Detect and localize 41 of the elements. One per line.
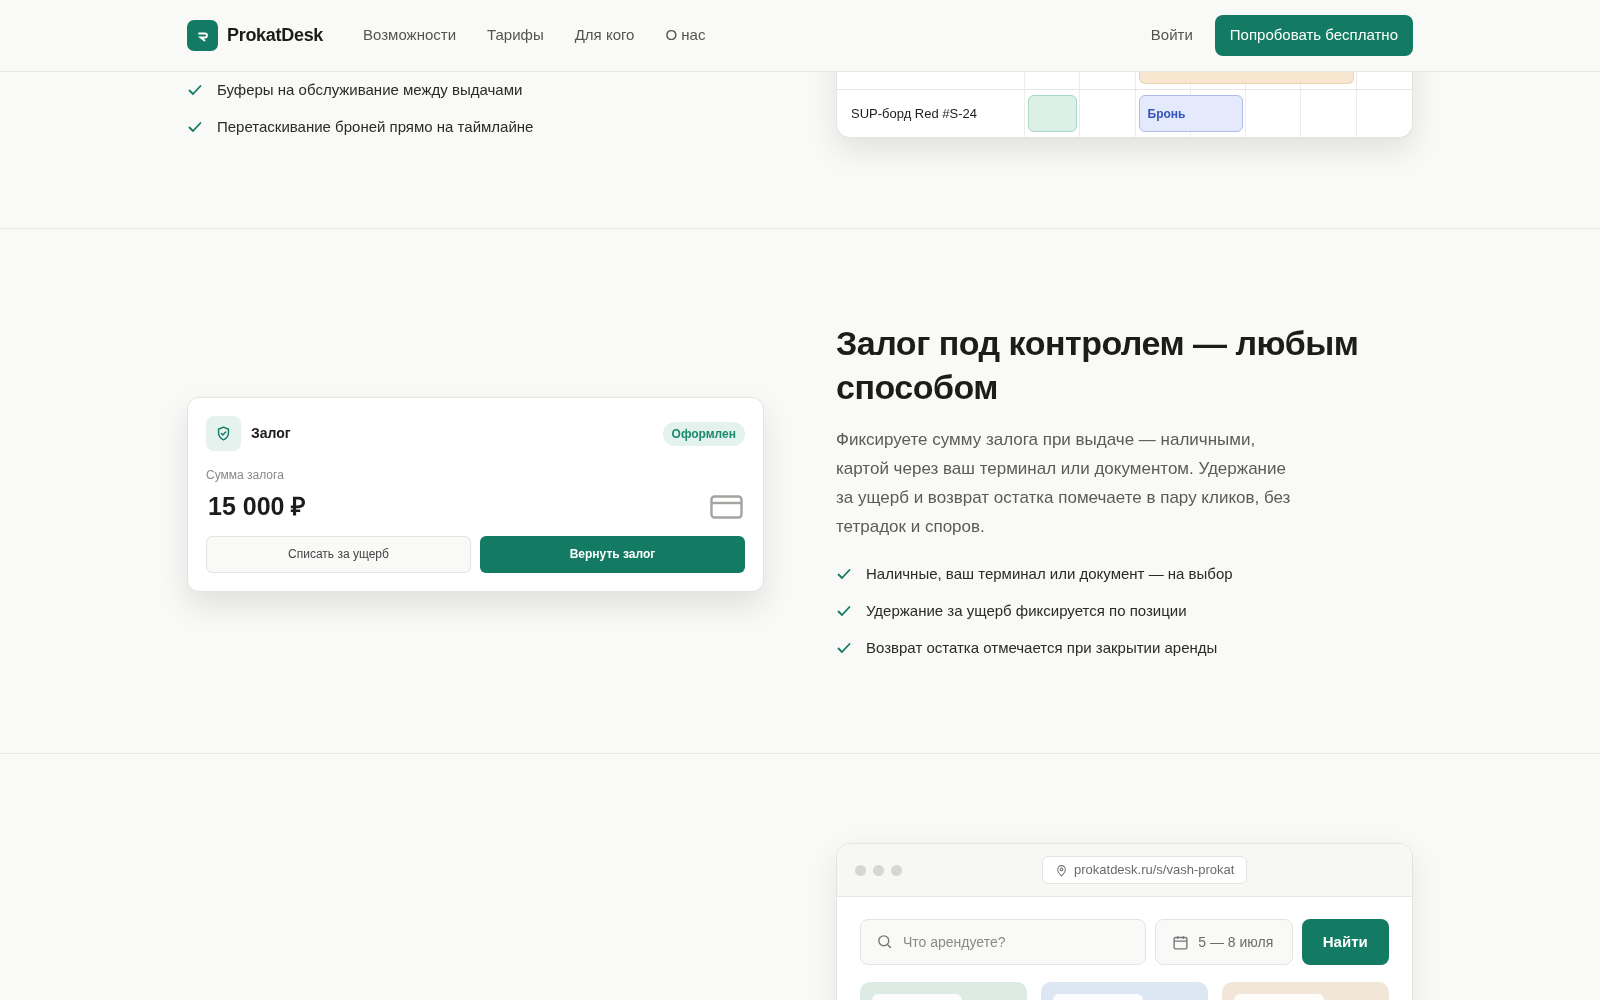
date-field[interactable]: 5 — 8 июля: [1155, 919, 1293, 965]
date-range: 5 — 8 июля: [1198, 932, 1274, 952]
booking-block[interactable]: Бронь: [1138, 95, 1244, 132]
feature-text: Наличные, ваш терминал или документ — на выбор: [866, 563, 1233, 584]
nav-link[interactable]: О нас: [665, 24, 706, 47]
card-icon: [710, 494, 743, 519]
logo-icon[interactable]: [187, 20, 218, 51]
amount-label: Сумма залога: [206, 467, 285, 484]
login-link[interactable]: Войти: [1150, 24, 1193, 47]
check-icon: [187, 119, 203, 135]
feature-text: Возврат остатка отмечается при закрытии аренды: [866, 637, 1218, 658]
section-heading: Залог под контролем — любым способом: [836, 323, 1360, 408]
nav-link[interactable]: Тарифы: [487, 24, 544, 47]
brand-name[interactable]: ProkatDesk: [227, 22, 324, 49]
status-badge: Оформлен: [662, 421, 745, 446]
find-button[interactable]: Найти: [1301, 919, 1389, 965]
check-icon: [836, 640, 852, 656]
shield-icon: [206, 416, 241, 451]
check-icon: [836, 566, 852, 582]
nav-link[interactable]: Возможности: [363, 24, 456, 47]
write-off-button[interactable]: Списать за ущерб: [206, 535, 471, 573]
calendar-icon: [1172, 933, 1190, 951]
item-name: SUP-борд Red #S-24: [851, 104, 977, 123]
search-icon: [876, 933, 893, 950]
check-icon: [836, 603, 852, 619]
check-icon: [187, 82, 203, 98]
card-title: Залог: [251, 424, 291, 443]
feature-text: Удержание за ущерб фиксируется по позиции: [866, 600, 1187, 621]
search-field[interactable]: Что арендуете?: [860, 919, 1147, 965]
booking-label: Бронь: [1147, 105, 1186, 123]
feature-text: Перетаскивание броней прямо на таймлайне: [217, 116, 534, 137]
nav-link[interactable]: Для кого: [574, 24, 635, 47]
try-free-button[interactable]: Попробовать бесплатно: [1214, 15, 1413, 56]
return-deposit-button[interactable]: Вернуть залог: [480, 535, 745, 573]
location-pin-icon: [1055, 863, 1068, 877]
feature-text: Буферы на обслуживание между выдачами: [217, 79, 523, 100]
window-controls-icon: [855, 864, 902, 876]
url-text: prokatdesk.ru/s/vash-prokat: [1074, 861, 1235, 880]
section-description: Фиксируете сумму залога при выдаче — наличными, картой через ваш терминал или документом. Удержание за ущерб и возврат остатка помечаете в пару кликов, без тетрадок и споров.: [836, 429, 1291, 538]
amount-value: 15 000 ₽: [208, 491, 307, 522]
free-slot[interactable]: [1028, 95, 1078, 132]
